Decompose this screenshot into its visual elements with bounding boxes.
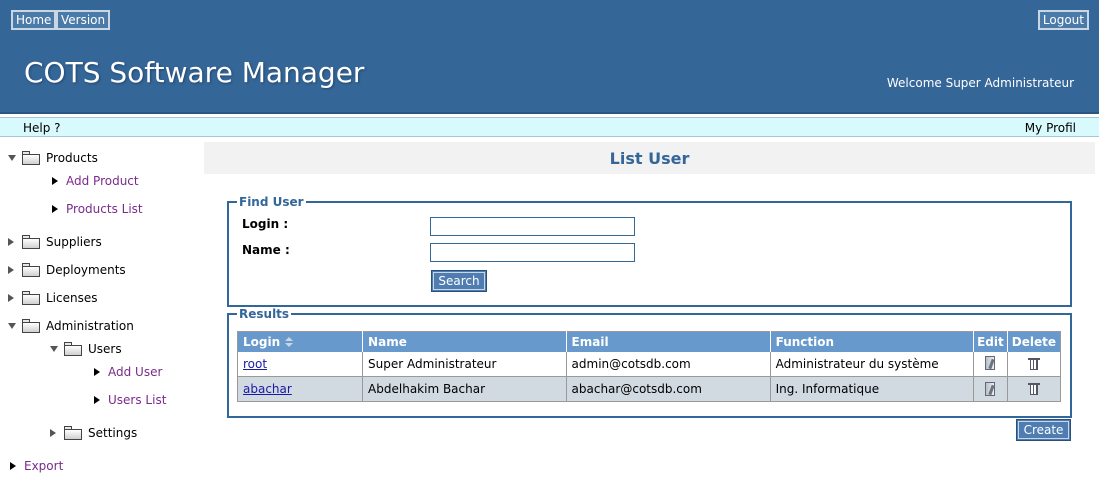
edit-cell	[973, 376, 1008, 402]
tree-item-export[interactable]: Export	[10, 457, 63, 475]
expand-triangle-icon[interactable]	[8, 238, 14, 246]
delete-cell	[1007, 351, 1061, 377]
name-cell: Super Administrateur	[362, 351, 567, 377]
logout-button[interactable]: Logout	[1037, 10, 1089, 30]
table-header-row: Login Name Email Function Edit Delete	[237, 331, 1061, 352]
users-list-link[interactable]: Users List	[108, 393, 166, 407]
email-cell: abachar@cotsdb.com	[566, 376, 771, 402]
name-input[interactable]	[430, 243, 635, 262]
column-header-label: Name	[368, 334, 407, 349]
email-cell: admin@cotsdb.com	[566, 351, 771, 377]
collapse-triangle-icon[interactable]	[50, 346, 58, 352]
expand-triangle-icon[interactable]	[8, 266, 14, 274]
tree-item-deployments[interactable]: Deployments	[8, 261, 126, 279]
expand-triangle-icon[interactable]	[50, 429, 56, 437]
find-user-legend: Find User	[239, 195, 304, 209]
tree-item-products[interactable]: Products	[8, 149, 98, 167]
collapse-triangle-icon[interactable]	[8, 323, 16, 329]
folder-icon	[22, 291, 40, 305]
login-input[interactable]	[430, 217, 635, 236]
table-row: root Super Administrateur admin@cotsdb.c…	[237, 351, 1061, 377]
products-list-link[interactable]: Products List	[66, 202, 143, 216]
column-header-label: Function	[775, 334, 835, 349]
column-header-login[interactable]: Login	[237, 331, 364, 352]
edit-icon[interactable]	[984, 356, 996, 371]
tree-item-settings[interactable]: Settings	[50, 424, 137, 442]
tree-label: Administration	[46, 319, 134, 333]
page-title: List User	[609, 149, 690, 168]
my-profile-link[interactable]: My Profil	[1025, 121, 1076, 135]
tree-item-add-user[interactable]: Add User	[94, 363, 162, 381]
create-button[interactable]: Create	[1016, 419, 1071, 441]
tree-label: Suppliers	[46, 235, 102, 249]
function-cell: Administrateur du système	[770, 351, 975, 377]
column-header-label: Delete	[1011, 334, 1056, 349]
bullet-triangle-icon	[10, 462, 16, 470]
collapse-triangle-icon[interactable]	[8, 155, 16, 161]
folder-icon	[22, 151, 40, 165]
folder-icon	[64, 426, 82, 440]
tree-item-suppliers[interactable]: Suppliers	[8, 233, 102, 251]
function-cell: Ing. Informatique	[770, 376, 975, 402]
login-cell: abachar	[237, 376, 364, 402]
results-legend: Results	[239, 307, 290, 321]
name-label: Name :	[242, 243, 290, 257]
tree-label: Settings	[88, 426, 138, 440]
help-link[interactable]: Help ?	[23, 121, 61, 135]
delete-cell	[1007, 376, 1061, 402]
name-cell: Abdelhakim Bachar	[362, 376, 567, 402]
sort-icon[interactable]	[285, 337, 294, 348]
tree-item-licenses[interactable]: Licenses	[8, 289, 98, 307]
column-header-label: Email	[571, 334, 609, 349]
folder-icon	[22, 263, 40, 277]
column-header-delete: Delete	[1007, 331, 1061, 352]
home-button[interactable]: Home	[11, 10, 57, 30]
tree-item-administration[interactable]: Administration	[8, 317, 134, 335]
delete-icon[interactable]	[1027, 382, 1040, 396]
column-header-edit: Edit	[973, 331, 1008, 352]
tree-label: Users	[88, 342, 122, 356]
tree-item-add-product[interactable]: Add Product	[52, 172, 139, 190]
tree-label: Deployments	[46, 263, 126, 277]
app-title: COTS Software Manager	[24, 56, 365, 89]
page-title-bar: List User	[204, 142, 1095, 174]
column-header-function: Function	[770, 331, 975, 352]
column-header-label: Login	[243, 334, 281, 349]
edit-icon[interactable]	[984, 381, 996, 397]
bullet-triangle-icon	[94, 368, 100, 376]
column-header-email: Email	[566, 331, 771, 352]
version-button[interactable]: Version	[56, 10, 111, 30]
search-button[interactable]: Search	[431, 270, 487, 292]
user-login-link[interactable]: abachar	[243, 382, 292, 396]
column-header-label: Edit	[977, 334, 1004, 349]
folder-icon	[64, 342, 82, 356]
bullet-triangle-icon	[94, 396, 100, 404]
header: Home Version Logout COTS Software Manage…	[0, 0, 1099, 114]
results-table: Login Name Email Function Edit Delete ro…	[237, 331, 1061, 402]
add-product-link[interactable]: Add Product	[66, 174, 139, 188]
edit-cell	[973, 351, 1008, 377]
welcome-text: Welcome Super Administrateur	[886, 76, 1074, 90]
login-label: Login :	[242, 217, 289, 231]
bullet-triangle-icon	[52, 205, 58, 213]
export-link[interactable]: Export	[24, 459, 63, 473]
find-user-fieldset: Find User	[227, 195, 1072, 307]
folder-icon	[22, 235, 40, 249]
user-login-link[interactable]: root	[243, 357, 267, 371]
tree-item-products-list[interactable]: Products List	[52, 200, 143, 218]
column-header-name: Name	[362, 331, 567, 352]
delete-icon[interactable]	[1027, 357, 1040, 371]
help-bar: Help ? My Profil	[0, 117, 1099, 137]
login-cell: root	[237, 351, 364, 377]
expand-triangle-icon[interactable]	[8, 294, 14, 302]
bullet-triangle-icon	[52, 177, 58, 185]
tree-label: Licenses	[46, 291, 98, 305]
tree-item-users[interactable]: Users	[50, 340, 122, 358]
add-user-link[interactable]: Add User	[108, 365, 162, 379]
folder-icon	[22, 319, 40, 333]
tree-item-users-list[interactable]: Users List	[94, 391, 166, 409]
tree-label: Products	[46, 151, 98, 165]
table-row: abachar Abdelhakim Bachar abachar@cotsdb…	[237, 376, 1061, 402]
